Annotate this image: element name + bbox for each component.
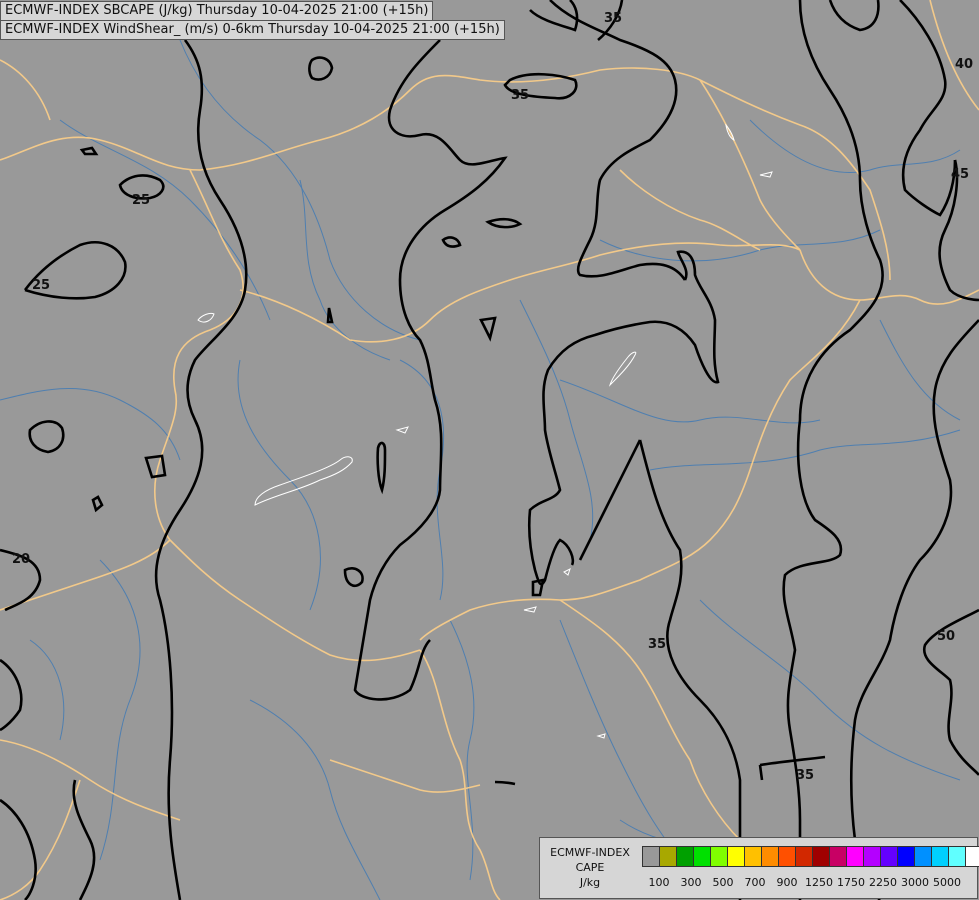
legend-tick: 700 [744, 876, 766, 889]
contour-label: 50 [937, 629, 955, 644]
legend-swatch [966, 847, 979, 866]
legend-swatch [915, 847, 932, 866]
legend-swatch [779, 847, 796, 866]
legend-tick-labels: 100 300 500 700 900 1250 1750 2250 3000 5000 [642, 876, 962, 890]
legend-tick: 1250 [805, 876, 833, 889]
legend-tick: 5000 [933, 876, 961, 889]
legend-swatch [949, 847, 966, 866]
legend-tick: 3000 [901, 876, 929, 889]
contour-label: 25 [132, 193, 150, 208]
legend-swatch [813, 847, 830, 866]
legend-tick: 300 [680, 876, 702, 889]
contour-label: 35 [648, 637, 666, 652]
legend-swatch [881, 847, 898, 866]
legend-swatch [677, 847, 694, 866]
legend-tick: 500 [712, 876, 734, 889]
contour-label: 25 [32, 278, 50, 293]
legend-swatch [796, 847, 813, 866]
legend-swatch [694, 847, 711, 866]
legend-swatch [660, 847, 677, 866]
legend-source: ECMWF-INDEX [550, 846, 630, 859]
legend-tick: 100 [648, 876, 670, 889]
legend-swatch [864, 847, 881, 866]
contour-label: 35 [604, 11, 622, 26]
legend-tick: 2250 [869, 876, 897, 889]
legend-variable: CAPE [575, 861, 605, 874]
legend-swatch [762, 847, 779, 866]
legend-swatch [745, 847, 762, 866]
map-title-windshear: ECMWF-INDEX WindShear_ (m/s) 0-6km Thurs… [0, 20, 505, 40]
legend-swatch [728, 847, 745, 866]
contour-label: 35 [796, 768, 814, 783]
cape-legend: ECMWF-INDEX CAPE J/kg 100 300 500 700 900 125… [539, 837, 979, 899]
legend-swatch [932, 847, 949, 866]
legend-tick: 900 [776, 876, 798, 889]
legend-swatch [711, 847, 728, 866]
weather-map: 25 25 20 30 35 35 35 35 40 45 50 [0, 0, 979, 900]
contour-label: 20 [12, 552, 30, 567]
legend-unit: J/kg [579, 876, 601, 889]
legend-swatch [847, 847, 864, 866]
contour-label: 45 [951, 167, 969, 182]
contour-label: 35 [511, 88, 529, 103]
legend-label: ECMWF-INDEX CAPE J/kg [542, 845, 638, 890]
contour-label: 40 [955, 57, 973, 72]
legend-swatch [898, 847, 915, 866]
legend-swatch [643, 847, 660, 866]
legend-color-scale [642, 846, 979, 867]
legend-tick: 1750 [837, 876, 865, 889]
map-title-cape: ECMWF-INDEX SBCAPE (J/kg) Thursday 10-04… [0, 1, 434, 21]
legend-swatch [830, 847, 847, 866]
